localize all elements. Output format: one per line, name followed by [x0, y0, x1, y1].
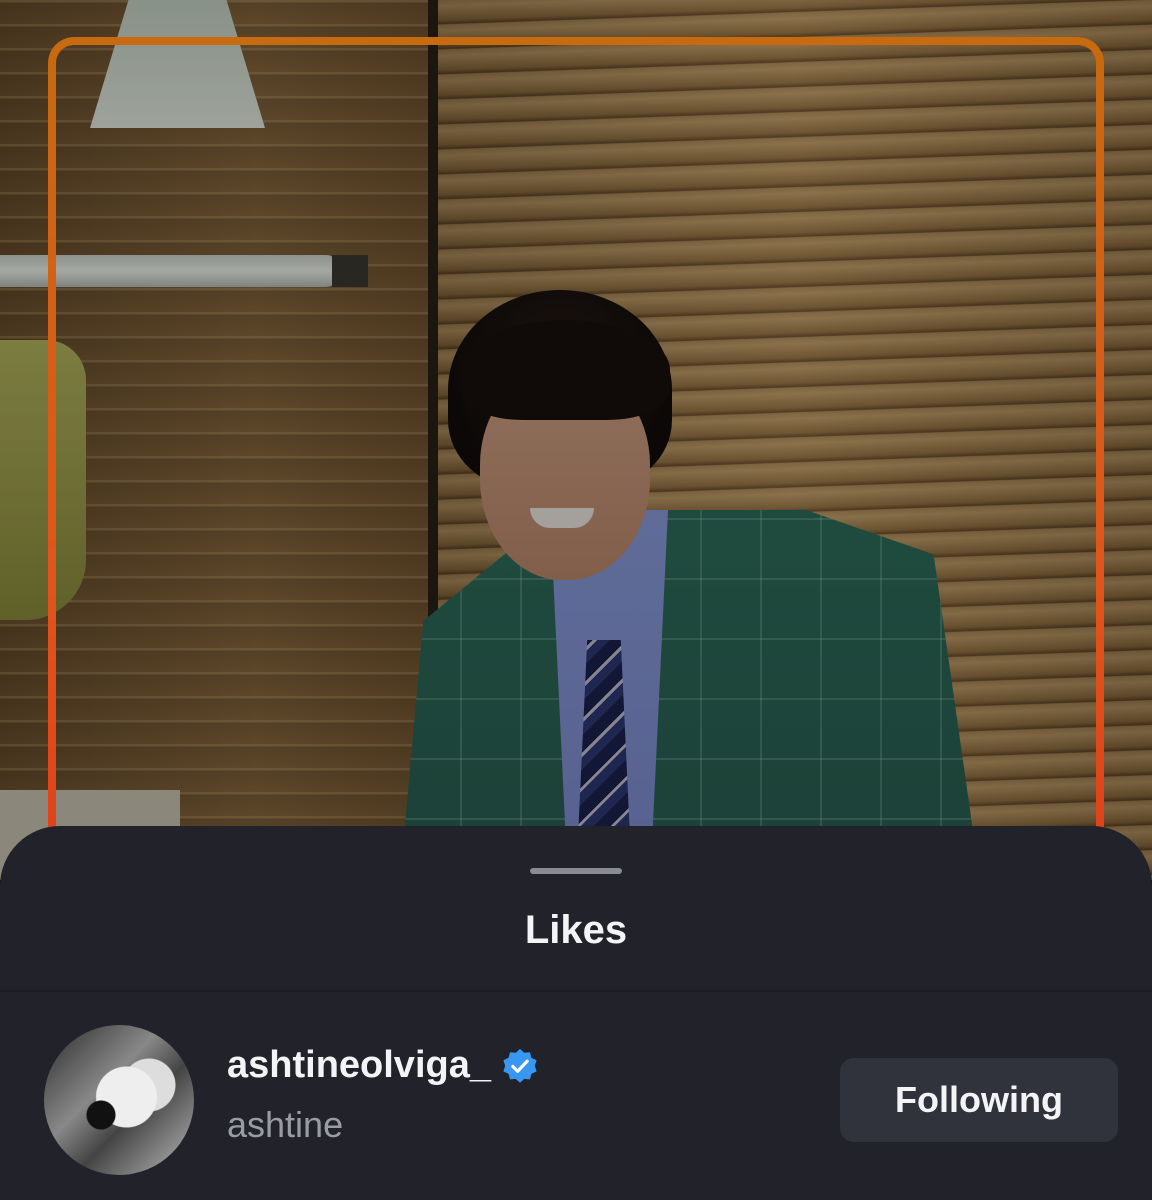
username-text: ashtineolviga_: [227, 1044, 491, 1086]
sheet-title: Likes: [524, 908, 628, 952]
story-ring: [48, 37, 1104, 937]
following-button[interactable]: Following: [840, 1058, 1118, 1142]
sheet-grabber[interactable]: [530, 868, 622, 874]
avatar[interactable]: [44, 1025, 194, 1175]
username[interactable]: ashtineolviga_: [227, 1044, 539, 1087]
likes-sheet: Likes ashtineolviga_ ashtine Following: [0, 826, 1152, 1200]
list-item[interactable]: ashtineolviga_ ashtine Following: [0, 992, 1152, 1200]
full-name: ashtine: [227, 1104, 344, 1145]
verified-badge-icon: [503, 1048, 537, 1083]
